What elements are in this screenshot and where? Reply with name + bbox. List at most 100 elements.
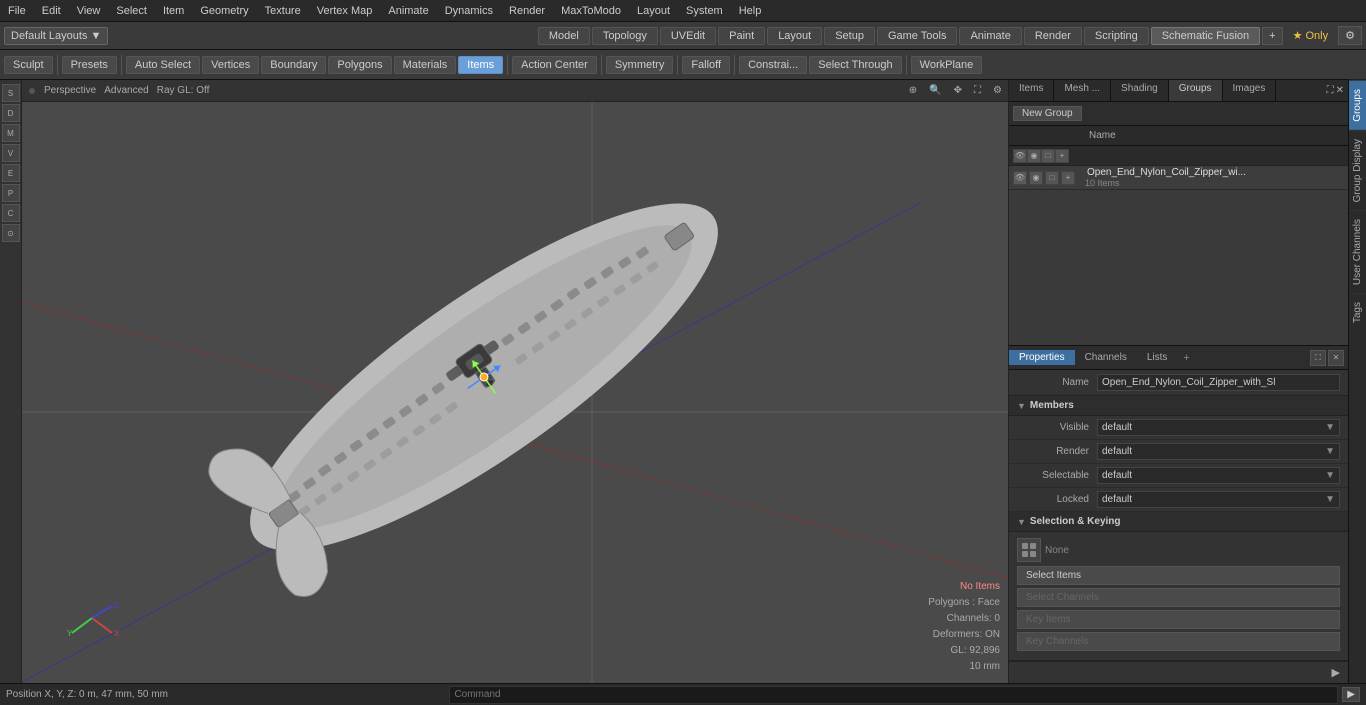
- layout-tab-gametools[interactable]: Game Tools: [877, 27, 958, 45]
- rs-tab-tags[interactable]: Tags: [1349, 293, 1366, 331]
- viewport-canvas[interactable]: X Z Y No Items Polygons : Face Channels:…: [22, 102, 1008, 683]
- rs-tab-group-display[interactable]: Group Display: [1349, 130, 1366, 210]
- menu-item[interactable]: Item: [155, 3, 192, 19]
- menu-geometry[interactable]: Geometry: [192, 3, 256, 19]
- rp-tab-images[interactable]: Images: [1223, 80, 1277, 101]
- gi-plus-icon[interactable]: +: [1055, 149, 1069, 163]
- viewport-pan-icon[interactable]: ✥: [954, 85, 962, 96]
- menu-system[interactable]: System: [678, 3, 731, 19]
- viewport-orbit-icon[interactable]: ⊕: [909, 85, 917, 96]
- sidebar-tool-1[interactable]: S: [2, 84, 20, 102]
- presets-button[interactable]: Presets: [62, 56, 117, 74]
- vertices-button[interactable]: Vertices: [202, 56, 259, 74]
- rs-tab-groups[interactable]: Groups: [1349, 80, 1366, 130]
- viewport-fit-icon[interactable]: ⛶: [974, 85, 981, 96]
- layout-tab-model[interactable]: Model: [538, 27, 590, 45]
- locked-dropdown[interactable]: default ▼: [1097, 491, 1340, 508]
- falloff-button[interactable]: Falloff: [682, 56, 730, 74]
- polygons-button[interactable]: Polygons: [328, 56, 391, 74]
- symmetry-button[interactable]: Symmetry: [606, 56, 674, 74]
- name-input[interactable]: [1097, 374, 1340, 391]
- menu-edit[interactable]: Edit: [34, 3, 69, 19]
- props-tab-add[interactable]: +: [1177, 350, 1195, 366]
- menu-maxtomodo[interactable]: MaxToModo: [553, 3, 629, 19]
- menu-layout[interactable]: Layout: [629, 3, 678, 19]
- sidebar-tool-2[interactable]: D: [2, 104, 20, 122]
- layout-tab-schematic[interactable]: Schematic Fusion: [1151, 27, 1260, 45]
- viewport-zoom-icon[interactable]: 🔍: [929, 85, 941, 96]
- panel-expand-icon[interactable]: ⛶: [1327, 85, 1334, 96]
- props-action-collapse[interactable]: ✕: [1328, 350, 1344, 366]
- rp-tab-mesh[interactable]: Mesh ...: [1054, 80, 1111, 101]
- sel-key-section-header[interactable]: ▼ Selection & Keying: [1009, 512, 1348, 532]
- auto-select-button[interactable]: Auto Select: [126, 56, 200, 74]
- menu-vertex-map[interactable]: Vertex Map: [309, 3, 381, 19]
- menu-dynamics[interactable]: Dynamics: [437, 3, 501, 19]
- command-input-area[interactable]: [449, 686, 1338, 704]
- boundary-button[interactable]: Boundary: [261, 56, 326, 74]
- menu-select[interactable]: Select: [108, 3, 155, 19]
- layout-dropdown[interactable]: Default Layouts ▼: [4, 27, 108, 45]
- layout-tab-layout[interactable]: Layout: [767, 27, 822, 45]
- layout-tab-scripting[interactable]: Scripting: [1084, 27, 1149, 45]
- workplane-button[interactable]: WorkPlane: [911, 56, 983, 74]
- sidebar-tool-3[interactable]: M: [2, 124, 20, 142]
- menu-animate[interactable]: Animate: [380, 3, 436, 19]
- members-section-header[interactable]: ▼ Members: [1009, 396, 1348, 416]
- layout-tab-uvedit[interactable]: UVEdit: [660, 27, 716, 45]
- menu-view[interactable]: View: [69, 3, 109, 19]
- menu-render[interactable]: Render: [501, 3, 553, 19]
- star-only-button[interactable]: ★ Only: [1285, 27, 1337, 44]
- menu-texture[interactable]: Texture: [257, 3, 309, 19]
- gi-rend-icon[interactable]: ◉: [1029, 171, 1043, 185]
- menu-file[interactable]: File: [0, 3, 34, 19]
- constraints-button[interactable]: Constrai...: [739, 56, 807, 74]
- gi-sel-icon[interactable]: □: [1045, 171, 1059, 185]
- gi-geo-icon[interactable]: □: [1041, 149, 1055, 163]
- props-action-expand[interactable]: ⛶: [1310, 350, 1326, 366]
- items-button[interactable]: Items: [458, 56, 503, 74]
- materials-button[interactable]: Materials: [394, 56, 457, 74]
- props-tab-properties[interactable]: Properties: [1009, 350, 1075, 365]
- layout-tab-animate[interactable]: Animate: [959, 27, 1021, 45]
- sidebar-tool-6[interactable]: P: [2, 184, 20, 202]
- layout-tab-paint[interactable]: Paint: [718, 27, 765, 45]
- sidebar-tool-7[interactable]: C: [2, 204, 20, 222]
- select-items-button[interactable]: Select Items: [1017, 566, 1340, 585]
- gi-eye-icon[interactable]: 👁: [1013, 149, 1027, 163]
- viewport[interactable]: Perspective Advanced Ray GL: Off ⊕ 🔍 ✥ ⛶…: [22, 80, 1008, 683]
- layout-tab-topology[interactable]: Topology: [592, 27, 658, 45]
- rp-tab-shading[interactable]: Shading: [1111, 80, 1169, 101]
- props-tab-lists[interactable]: Lists: [1137, 350, 1178, 365]
- gi-vis-icon[interactable]: 👁: [1013, 171, 1027, 185]
- rs-tab-user-channels[interactable]: User Channels: [1349, 210, 1366, 293]
- rp-tab-items[interactable]: Items: [1009, 80, 1054, 101]
- layout-tab-setup[interactable]: Setup: [824, 27, 875, 45]
- viewport-settings-icon[interactable]: ⚙: [993, 85, 1002, 96]
- selectable-dropdown[interactable]: default ▼: [1097, 467, 1340, 484]
- command-input[interactable]: [454, 689, 1333, 700]
- group-item[interactable]: 👁 ◉ □ + Open_End_Nylon_Coil_Zipper_wi...…: [1009, 166, 1348, 190]
- props-tab-channels[interactable]: Channels: [1075, 350, 1137, 365]
- menu-help[interactable]: Help: [731, 3, 770, 19]
- layout-add-tab[interactable]: +: [1262, 27, 1282, 45]
- key-channels-button[interactable]: Key Channels: [1017, 632, 1340, 651]
- key-items-button[interactable]: Key Items: [1017, 610, 1340, 629]
- layout-settings[interactable]: ⚙: [1338, 26, 1362, 45]
- new-group-button[interactable]: New Group: [1013, 106, 1082, 121]
- command-exec-button[interactable]: ▶: [1342, 687, 1360, 702]
- sidebar-tool-8[interactable]: ⊙: [2, 224, 20, 242]
- action-center-button[interactable]: Action Center: [512, 56, 597, 74]
- gi-add-icon[interactable]: +: [1061, 171, 1075, 185]
- visible-dropdown[interactable]: default ▼: [1097, 419, 1340, 436]
- sculpt-button[interactable]: Sculpt: [4, 56, 53, 74]
- gi-render-icon[interactable]: ◉: [1027, 149, 1041, 163]
- rp-tab-groups[interactable]: Groups: [1169, 80, 1223, 101]
- panel-collapse-icon[interactable]: ✕: [1336, 85, 1344, 96]
- sidebar-tool-4[interactable]: V: [2, 144, 20, 162]
- props-expand-arrow[interactable]: ▶: [1332, 666, 1340, 679]
- select-channels-button[interactable]: Select Channels: [1017, 588, 1340, 607]
- render-dropdown[interactable]: default ▼: [1097, 443, 1340, 460]
- sidebar-tool-5[interactable]: E: [2, 164, 20, 182]
- layout-tab-render[interactable]: Render: [1024, 27, 1082, 45]
